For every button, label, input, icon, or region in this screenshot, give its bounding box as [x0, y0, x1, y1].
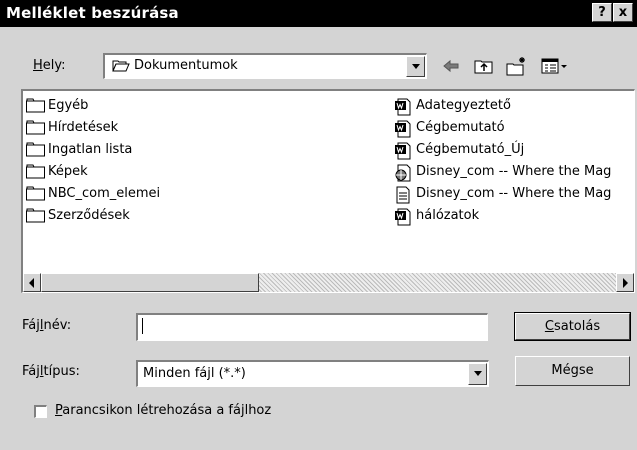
insert-attachment-dialog: Melléklet beszúrása ? x Hely: Dokumentum…	[0, 0, 637, 450]
folder-icon	[26, 208, 46, 230]
file-name: hálózatok	[416, 208, 480, 223]
create-shortcut-checkbox[interactable]	[34, 405, 47, 418]
file-name: Szerződések	[48, 208, 130, 223]
file-name: Disney_com -- Where the Mag	[416, 164, 612, 179]
folder-icon	[26, 186, 46, 208]
dialog-title: Melléklet beszúrása	[6, 4, 179, 22]
view-menu-icon[interactable]	[540, 56, 570, 78]
file-name: NBC_com_elemei	[48, 186, 161, 201]
new-folder-icon[interactable]	[505, 56, 529, 78]
cancel-button[interactable]: Mégse	[515, 356, 630, 386]
close-button[interactable]: x	[613, 3, 633, 22]
location-label: Hely:	[33, 58, 66, 73]
file-name: Adategyeztető	[416, 98, 511, 113]
file-name: Képek	[48, 164, 88, 179]
file-name: Cégbemutató	[416, 120, 505, 135]
filetype-label: Fájltípus:	[22, 364, 80, 379]
location-value: Dokumentumok	[134, 58, 238, 73]
scroll-thumb[interactable]	[41, 273, 259, 292]
up-folder-icon[interactable]	[473, 56, 495, 78]
folder-open-icon	[112, 59, 130, 77]
file-name: Cégbemutató_Új	[416, 142, 525, 157]
help-button[interactable]: ?	[592, 3, 612, 22]
location-combobox[interactable]: Dokumentumok	[103, 53, 427, 79]
folder-icon	[26, 142, 46, 164]
attach-button[interactable]: Csatolás	[514, 312, 631, 341]
filetype-value: Minden fájl (*.*)	[143, 366, 246, 381]
file-list[interactable]: Egyéb Hírdetések Ingatlan lista Képek NBC_co…	[21, 89, 635, 293]
title-bar[interactable]: Melléklet beszúrása ? x	[0, 0, 637, 27]
text-caret	[142, 318, 143, 334]
scroll-left-button[interactable]	[23, 273, 41, 292]
folder-icon	[26, 98, 46, 120]
create-shortcut-label[interactable]: Parancsikon létrehozása a fájlhoz	[55, 403, 271, 418]
location-dropdown-arrow[interactable]	[406, 56, 425, 77]
folder-icon	[26, 164, 46, 186]
horizontal-scrollbar[interactable]	[23, 273, 634, 292]
filetype-dropdown-arrow[interactable]	[468, 363, 487, 385]
file-name: Ingatlan lista	[48, 142, 133, 157]
filename-input[interactable]	[136, 313, 488, 341]
word-doc-icon	[394, 208, 412, 233]
back-icon[interactable]	[441, 56, 461, 78]
file-name: Disney_com -- Where the Mag	[416, 186, 612, 201]
scroll-right-button[interactable]	[616, 273, 634, 292]
filename-label: Fájlnév:	[22, 318, 72, 333]
file-name: Hírdetések	[48, 120, 119, 135]
file-name: Egyéb	[48, 98, 89, 113]
folder-icon	[26, 120, 46, 142]
filetype-combobox[interactable]: Minden fájl (*.*)	[136, 360, 489, 387]
